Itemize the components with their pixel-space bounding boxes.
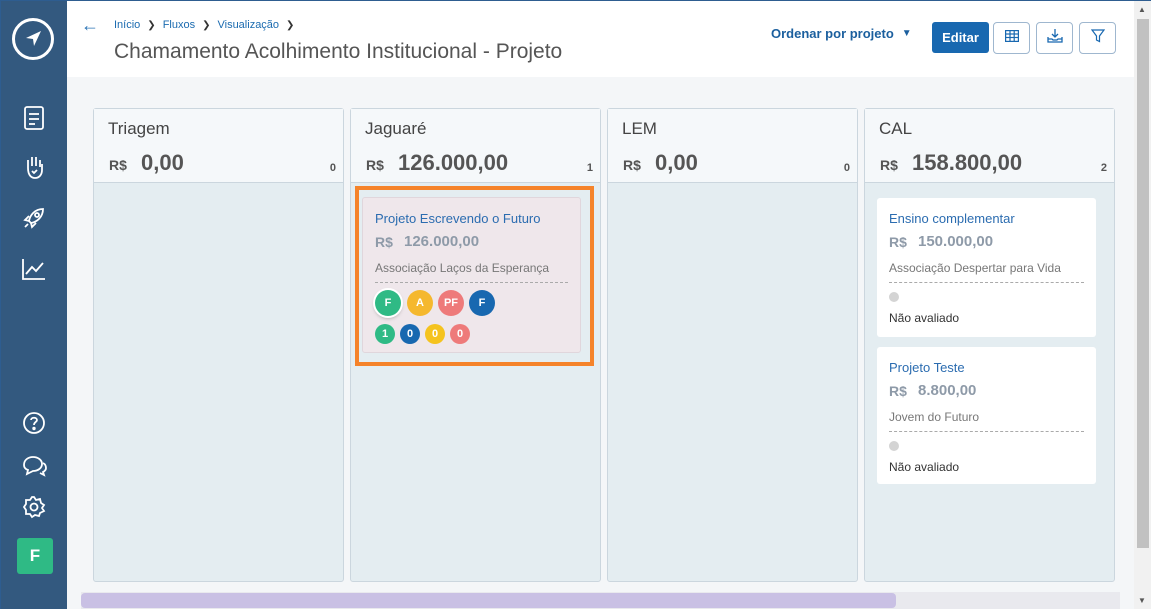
divider [889,431,1084,432]
sort-label: Ordenar por projeto [771,26,894,41]
table-icon [1004,29,1019,47]
scroll-up-arrow-icon[interactable]: ▲ [1138,5,1146,14]
filter-icon [1090,28,1105,48]
column-lem: LEM R$ 0,00 0 [607,108,858,582]
column-total: 158.800,00 [912,150,1023,175]
divider [889,282,1084,283]
column-count: 1 [586,162,593,174]
sidebar: F [1,1,67,609]
card-organization: Jovem do Futuro [889,410,980,424]
kanban-board: Triagem R$ 0,00 0 Jaguaré R$ 126.000,00 … [67,77,1134,609]
card-value: 150.000,00 [918,233,994,250]
main-content: ← Início ❯ Fluxos ❯ Visualização ❯ Chama… [67,1,1134,609]
column-count: 0 [329,162,336,174]
breadcrumb-visualizacao[interactable]: Visualização [217,19,279,31]
table-view-button[interactable] [993,22,1030,54]
column-header: LEM R$ 0,00 0 [608,109,857,183]
card-title[interactable]: Projeto Teste [889,360,965,375]
chart-line-icon[interactable] [20,255,48,283]
column-total: 126.000,00 [398,150,509,175]
edit-button[interactable]: Editar [932,22,989,53]
gear-icon[interactable] [20,493,48,521]
column-header: Triagem R$ 0,00 0 [94,109,343,183]
download-button[interactable] [1036,22,1073,54]
header: ← Início ❯ Fluxos ❯ Visualização ❯ Chama… [67,1,1134,77]
rocket-icon[interactable] [20,204,48,232]
column-triagem: Triagem R$ 0,00 0 [93,108,344,582]
card-status: Não avaliado [889,311,960,325]
currency-label: R$ [889,383,907,399]
column-count: 0 [843,162,850,174]
project-card[interactable]: Projeto Teste R$ 8.800,00 Jovem do Futur… [877,347,1096,484]
chevron-right-icon: ❯ [286,19,295,31]
card-status: Não avaliado [889,460,960,474]
currency-label: R$ [880,157,898,173]
caret-down-icon: ▼ [901,28,912,39]
horizontal-scrollbar-thumb[interactable] [81,593,896,608]
hand-heart-icon[interactable] [20,153,48,181]
selection-highlight [355,186,594,366]
status-dot [889,292,899,302]
project-card[interactable]: Ensino complementar R$ 150.000,00 Associ… [877,198,1096,337]
help-icon[interactable] [20,409,48,437]
card-organization: Associação Despertar para Vida [889,261,1061,275]
currency-label: R$ [366,157,384,173]
paper-plane-icon[interactable] [12,18,54,60]
column-cal: CAL R$ 158.800,00 2 Ensino complementar … [864,108,1115,582]
vertical-scrollbar[interactable]: ▲ ▼ [1134,1,1151,609]
column-total: 0,00 [141,150,184,175]
breadcrumb: Início ❯ Fluxos ❯ Visualização ❯ [114,19,301,31]
currency-label: R$ [109,157,127,173]
column-name: CAL [879,119,913,138]
document-icon[interactable] [20,104,48,132]
chevron-right-icon: ❯ [202,19,211,31]
column-total: 0,00 [655,150,698,175]
currency-label: R$ [889,234,907,250]
column-name: LEM [622,119,657,138]
breadcrumb-fluxos[interactable]: Fluxos [163,19,195,31]
breadcrumb-inicio[interactable]: Início [114,19,140,31]
filter-button[interactable] [1079,22,1116,54]
chat-icon[interactable] [20,452,48,480]
column-count: 2 [1100,162,1107,174]
back-arrow-icon[interactable]: ← [81,15,99,36]
user-avatar[interactable]: F [17,538,53,574]
vertical-scrollbar-thumb[interactable] [1137,19,1149,548]
download-tray-icon [1046,28,1063,49]
page-title: Chamamento Acolhimento Institucional - P… [114,40,563,63]
status-dot [889,441,899,451]
chevron-right-icon: ❯ [147,19,156,31]
sort-dropdown[interactable]: Ordenar por projeto ▼ [771,26,912,41]
card-title[interactable]: Ensino complementar [889,211,1015,226]
card-value: 8.800,00 [918,382,977,399]
currency-label: R$ [623,157,641,173]
column-header: Jaguaré R$ 126.000,00 1 [351,109,600,183]
column-name: Jaguaré [365,119,427,138]
column-header: CAL R$ 158.800,00 2 [865,109,1114,183]
column-name: Triagem [108,119,170,138]
scroll-down-arrow-icon[interactable]: ▼ [1138,596,1146,605]
horizontal-scrollbar[interactable] [81,592,1120,609]
